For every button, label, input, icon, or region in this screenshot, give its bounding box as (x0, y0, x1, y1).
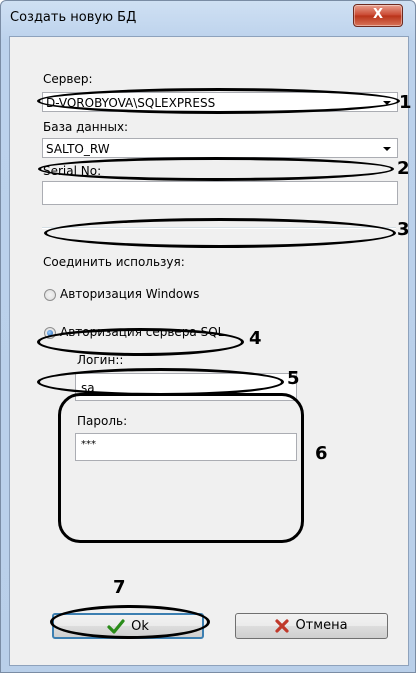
serial-input[interactable] (42, 181, 398, 205)
cross-icon (275, 618, 290, 633)
server-label: Сервер: (43, 72, 93, 86)
annotation-number-1: 1 (399, 92, 412, 113)
annotation-ellipse-5 (37, 368, 284, 396)
database-value: SALTO_RW (46, 142, 110, 156)
cancel-button[interactable]: Отмена (235, 613, 388, 639)
annotation-ellipse-1 (37, 88, 400, 114)
annotation-number-3: 3 (397, 219, 410, 240)
annotation-ellipse-4 (37, 328, 244, 356)
annotation-ellipse-7 (50, 605, 210, 639)
title-bar[interactable]: Создать новую БД X (1, 1, 415, 35)
annotation-box-6 (58, 393, 304, 543)
annotation-ellipse-3 (44, 218, 396, 248)
close-icon: X (372, 7, 384, 22)
annotation-number-6: 6 (315, 443, 328, 464)
cancel-label: Отмена (295, 618, 348, 633)
annotation-ellipse-2 (38, 157, 394, 181)
connect-using-label: Соединить используя: (43, 255, 185, 269)
annotation-number-4: 4 (249, 328, 262, 349)
annotation-number-7: 7 (113, 577, 126, 598)
database-label: База данных: (43, 120, 129, 134)
database-combobox[interactable]: SALTO_RW (42, 138, 398, 158)
chevron-down-icon[interactable] (383, 147, 391, 151)
windows-auth-radio[interactable] (44, 289, 56, 301)
windows-auth-label[interactable]: Авторизация Windows (60, 287, 199, 301)
close-button[interactable]: X (353, 4, 403, 27)
annotation-number-5: 5 (287, 368, 300, 389)
annotation-number-2: 2 (397, 158, 410, 179)
dialog-title: Создать новую БД (10, 10, 137, 25)
